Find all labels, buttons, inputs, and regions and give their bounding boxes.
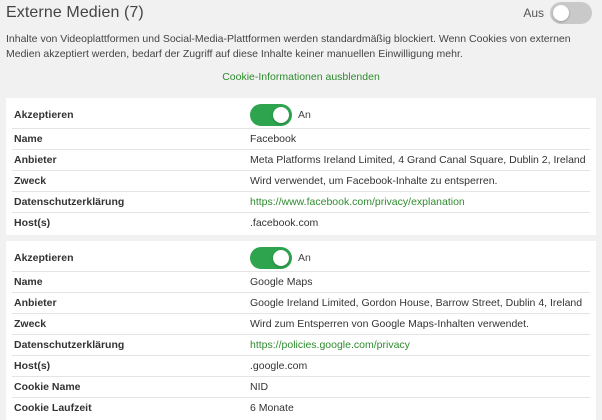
privacy-row: Datenschutzerklärung https://www.faceboo… bbox=[12, 192, 590, 213]
privacy-link-facebook[interactable]: https://www.facebook.com/privacy/explana… bbox=[250, 196, 465, 208]
privacy-label: Datenschutzerklärung bbox=[14, 339, 125, 351]
provider-row: Anbieter Meta Platforms Ireland Limited,… bbox=[12, 150, 590, 171]
purpose-row: Zweck Wird zum Entsperren von Google Map… bbox=[12, 314, 590, 335]
hosts-value: .google.com bbox=[250, 360, 308, 372]
toggle-knob bbox=[273, 250, 289, 266]
hide-cookie-info-link[interactable]: Cookie-Informationen ausblenden bbox=[0, 71, 602, 83]
section-description: Inhalte von Videoplattformen und Social-… bbox=[6, 33, 571, 60]
hosts-label: Host(s) bbox=[14, 217, 51, 229]
provider-value: Meta Platforms Ireland Limited, 4 Grand … bbox=[250, 154, 586, 166]
hosts-row: Host(s) .facebook.com bbox=[12, 213, 590, 233]
accept-label: Akzeptieren bbox=[14, 109, 74, 121]
accept-state-label: An bbox=[298, 109, 311, 121]
name-row: Name Google Maps bbox=[12, 272, 590, 293]
section-header: Externe Medien (7) Aus bbox=[6, 2, 602, 26]
provider-row: Anbieter Google Ireland Limited, Gordon … bbox=[12, 293, 590, 314]
hosts-row: Host(s) .google.com bbox=[12, 356, 590, 377]
purpose-value: Wird verwendet, um Facebook-Inhalte zu e… bbox=[250, 175, 498, 187]
purpose-value: Wird zum Entsperren von Google Maps-Inha… bbox=[250, 318, 529, 330]
accept-toggle-facebook[interactable] bbox=[250, 104, 292, 126]
purpose-label: Zweck bbox=[14, 175, 47, 187]
accept-row: Akzeptieren An bbox=[12, 102, 590, 129]
purpose-row: Zweck Wird verwendet, um Facebook-Inhalt… bbox=[12, 171, 590, 192]
name-value: Facebook bbox=[250, 133, 297, 145]
accept-row: Akzeptieren An bbox=[12, 245, 590, 272]
cookie-name-value: NID bbox=[250, 381, 269, 393]
service-card-facebook: Akzeptieren An Name Facebook Anbieter Me… bbox=[6, 98, 596, 235]
cookie-duration-value: 6 Monate bbox=[250, 402, 294, 414]
hosts-label: Host(s) bbox=[14, 360, 51, 372]
provider-value: Google Ireland Limited, Gordon House, Ba… bbox=[250, 297, 583, 309]
provider-label: Anbieter bbox=[14, 154, 57, 166]
master-toggle-switch[interactable] bbox=[550, 2, 592, 24]
cookie-name-label: Cookie Name bbox=[14, 381, 81, 393]
accept-toggle-google-maps[interactable] bbox=[250, 247, 292, 269]
purpose-label: Zweck bbox=[14, 318, 47, 330]
privacy-label: Datenschutzerklärung bbox=[14, 196, 125, 208]
cookie-duration-row: Cookie Laufzeit 6 Monate bbox=[12, 398, 590, 418]
hosts-value: .facebook.com bbox=[250, 217, 319, 229]
name-label: Name bbox=[14, 133, 43, 145]
service-card-google-maps: Akzeptieren An Name Google Maps Anbieter… bbox=[6, 241, 596, 420]
accept-state-label: An bbox=[298, 252, 311, 264]
cookie-name-row: Cookie Name NID bbox=[12, 377, 590, 398]
master-toggle-label: Aus bbox=[523, 6, 544, 20]
name-value: Google Maps bbox=[250, 276, 313, 288]
privacy-row: Datenschutzerklärung https://policies.go… bbox=[12, 335, 590, 356]
name-row: Name Facebook bbox=[12, 129, 590, 150]
cookie-duration-label: Cookie Laufzeit bbox=[14, 402, 92, 414]
external-media-master-toggle[interactable]: Aus bbox=[523, 2, 592, 24]
toggle-knob bbox=[553, 5, 569, 21]
name-label: Name bbox=[14, 276, 43, 288]
toggle-knob bbox=[273, 107, 289, 123]
provider-label: Anbieter bbox=[14, 297, 57, 309]
privacy-link-google[interactable]: https://policies.google.com/privacy bbox=[250, 339, 410, 351]
section-title: Externe Medien (7) bbox=[6, 4, 144, 21]
accept-label: Akzeptieren bbox=[14, 252, 74, 264]
